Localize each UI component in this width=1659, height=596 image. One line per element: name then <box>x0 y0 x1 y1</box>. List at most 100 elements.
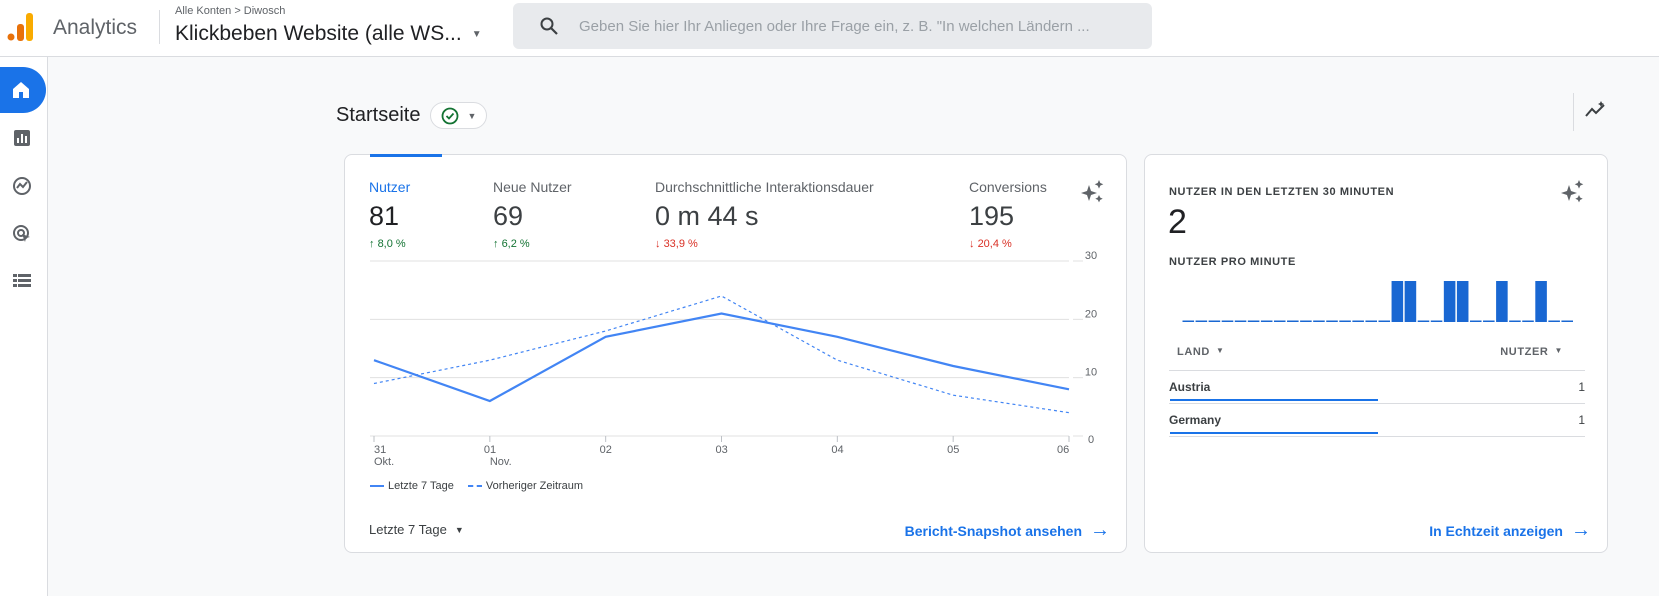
y-tick-label: 30 <box>1085 250 1097 262</box>
arrow-right-icon: → <box>1571 519 1591 541</box>
minute-bar <box>1300 320 1312 322</box>
minute-bar <box>1260 320 1273 322</box>
column-label: LAND <box>1177 346 1210 358</box>
search-input[interactable]: Geben Sie hier Ihr Anliegen oder Ihre Fr… <box>579 18 1090 35</box>
realtime-user-count: 2 <box>1168 203 1187 241</box>
minute-bar <box>1195 320 1208 322</box>
users-column-header[interactable]: NUTZER ▼ <box>1500 346 1563 358</box>
line-chart: 30 20 10 0 31Okt. 01Nov. 02 03 04 05 06 <box>370 250 1097 468</box>
country-column-header[interactable]: LAND ▼ <box>1177 346 1224 358</box>
x-tick-label: 31 <box>374 444 386 456</box>
advertising-icon <box>13 225 30 242</box>
sidebar <box>0 57 48 596</box>
minute-bar <box>1352 320 1364 322</box>
minute-bar <box>1326 320 1338 322</box>
breadcrumb[interactable]: Alle Konten > Diwosch <box>175 5 285 17</box>
sidebar-item-explore[interactable] <box>10 174 34 198</box>
realtime-title: NUTZER IN DEN LETZTEN 30 MINUTEN <box>1169 186 1395 198</box>
minute-bar <box>1548 320 1560 322</box>
chart-legend: Letzte 7 Tage Vorheriger Zeitraum <box>370 480 583 492</box>
sidebar-item-configure[interactable] <box>10 269 34 293</box>
y-tick-label: 0 <box>1088 434 1094 446</box>
minute-bar <box>1287 320 1299 322</box>
minute-bar <box>1561 320 1573 322</box>
minute-bar <box>1496 281 1508 322</box>
divider <box>1573 93 1574 131</box>
minute-bar <box>1273 320 1286 322</box>
country-row[interactable]: Austria 1 <box>1169 371 1585 404</box>
minute-bar <box>1221 320 1234 322</box>
caret-down-icon: ▼ <box>454 524 464 535</box>
minute-bar <box>1234 320 1247 322</box>
status-dropdown[interactable]: ▼ <box>430 102 488 129</box>
x-tick-label: 04 <box>831 444 843 456</box>
realtime-link[interactable]: In Echtzeit anzeigen → <box>1429 519 1591 542</box>
search-bar[interactable]: Geben Sie hier Ihr Anliegen oder Ihre Fr… <box>513 3 1152 49</box>
minute-bar <box>1469 320 1482 322</box>
report-snapshot-link[interactable]: Bericht-Snapshot ansehen → <box>905 519 1110 542</box>
users-per-minute-chart <box>1182 281 1573 322</box>
reports-icon <box>14 130 30 146</box>
minute-bar <box>1430 320 1443 322</box>
country-name: Germany <box>1169 413 1222 427</box>
date-range-label: Letzte 7 Tage <box>369 522 447 537</box>
page-title: Startseite <box>336 104 421 126</box>
minute-bar <box>1247 320 1260 322</box>
insights-icon[interactable] <box>1584 100 1608 120</box>
check-circle-icon <box>442 107 459 124</box>
y-tick-label: 20 <box>1085 308 1097 320</box>
y-tick-label: 10 <box>1085 367 1097 379</box>
property-selector[interactable]: Klickbeben Website (alle WS... ▼ <box>175 22 482 46</box>
bars-title: NUTZER PRO MINUTE <box>1169 256 1296 268</box>
minute-bar <box>1483 320 1495 322</box>
minute-bar <box>1208 320 1221 322</box>
column-label: NUTZER <box>1500 346 1549 358</box>
series-line-current <box>373 312 1070 403</box>
top-bar: Analytics Alle Konten > Diwosch Klickbeb… <box>0 0 1659 57</box>
search-icon <box>540 17 558 35</box>
minute-bar <box>1378 320 1391 322</box>
x-tick-label: 01 <box>484 444 496 456</box>
realtime-card: NUTZER IN DEN LETZTEN 30 MINUTEN 2 NUTZE… <box>1144 154 1608 553</box>
divider <box>159 10 160 44</box>
legend-label: Vorheriger Zeitraum <box>485 480 584 492</box>
x-tick-label: 06 <box>1057 444 1069 456</box>
overview-card: Nutzer 81 ↑ 8,0 % Neue Nutzer 69 ↑ 6,2 % D… <box>344 154 1127 553</box>
minute-bar <box>1182 320 1195 322</box>
x-tick-label: 03 <box>716 444 728 456</box>
x-tick-sublabel: Okt. <box>374 456 394 468</box>
link-label: In Echtzeit anzeigen <box>1429 522 1563 539</box>
legend-item-previous: Vorheriger Zeitraum <box>467 480 584 492</box>
arrow-right-icon: → <box>1090 519 1110 541</box>
property-name: Klickbeben Website (alle WS... <box>175 22 462 45</box>
explore-icon <box>13 177 31 195</box>
minute-bar <box>1509 320 1521 322</box>
country-users: 1 <box>1578 380 1585 394</box>
analytics-logo-icon <box>7 13 33 41</box>
legend-label: Letzte 7 Tage <box>388 480 454 492</box>
home-icon <box>13 82 29 98</box>
sidebar-item-home[interactable] <box>0 67 46 113</box>
minute-bar <box>1417 320 1430 322</box>
sidebar-item-reports[interactable] <box>10 126 34 150</box>
minute-bar <box>1456 281 1469 322</box>
x-tick-label: 05 <box>947 444 959 456</box>
minute-bar <box>1365 320 1377 322</box>
sparkle-icon[interactable] <box>1560 179 1586 205</box>
link-label: Bericht-Snapshot ansehen <box>904 522 1082 539</box>
minute-bar <box>1313 320 1325 322</box>
caret-down-icon: ▼ <box>1215 346 1225 355</box>
caret-down-icon: ▼ <box>1554 346 1563 355</box>
date-range-dropdown[interactable]: Letzte 7 Tage ▼ <box>369 522 464 537</box>
country-users: 1 <box>1578 413 1585 427</box>
minute-bar <box>1443 281 1456 322</box>
legend-item-current: Letzte 7 Tage <box>370 480 454 492</box>
caret-down-icon: ▼ <box>471 28 482 40</box>
sidebar-item-advertising[interactable] <box>10 222 34 246</box>
country-row[interactable]: Germany 1 <box>1169 404 1585 437</box>
country-name: Austria <box>1169 380 1211 394</box>
minute-bar <box>1522 320 1534 322</box>
share-bar <box>1170 399 1378 401</box>
app-name: Analytics <box>53 16 138 39</box>
minute-bar <box>1391 281 1404 322</box>
